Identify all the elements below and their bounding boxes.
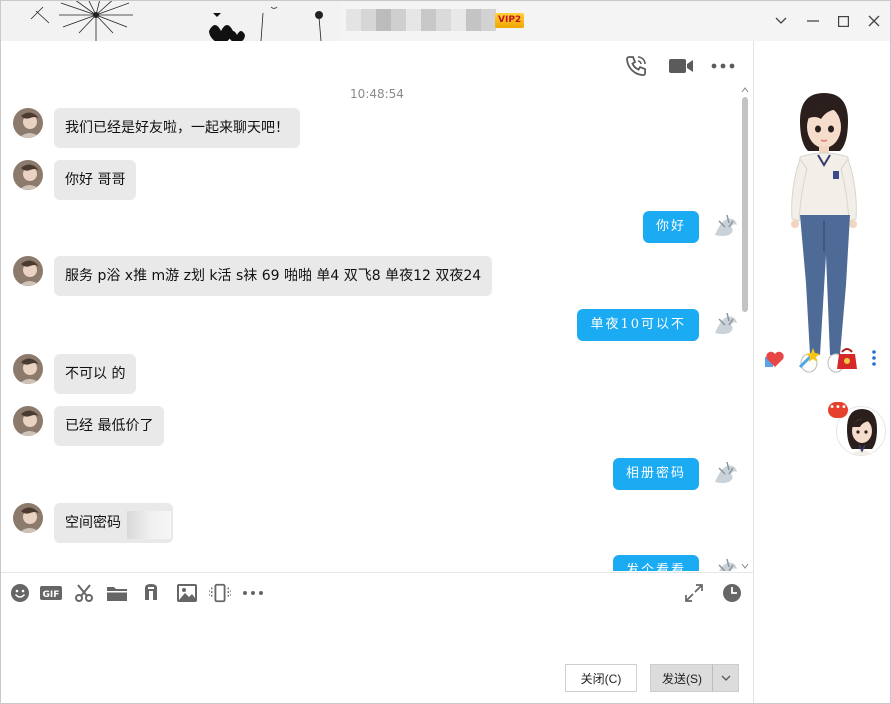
chevron-down-icon[interactable]: [765, 1, 797, 41]
message-outgoing: 相册密码: [612, 458, 741, 490]
title-bar: VIP2: [1, 1, 890, 41]
close-window-button[interactable]: [858, 1, 890, 41]
redacted-blur: [127, 511, 171, 539]
message-incoming: 服务 p浴 x推 m游 z划 k活 s袜 69 啪啪 单4 双飞8 单夜12 双…: [13, 256, 493, 296]
chat-scrollbar[interactable]: [740, 87, 750, 571]
chat-window: VIP2 10:48:54 我们已经是好友啦，一起来聊天吧！ 你好 哥哥 你好 …: [0, 0, 891, 704]
contact-avatar[interactable]: [13, 108, 43, 138]
folder-icon[interactable]: [106, 582, 128, 604]
red-bag-icon[interactable]: [832, 343, 862, 373]
message-text[interactable]: 相册密码: [612, 458, 699, 490]
show-panel: •••: [753, 41, 890, 703]
more-dots-icon[interactable]: [242, 582, 264, 604]
message-timestamp: 10:48:54: [350, 87, 404, 101]
input-toolbar: GIF: [1, 572, 753, 612]
video-call-icon[interactable]: [668, 53, 694, 79]
my-avatar[interactable]: [711, 458, 741, 488]
scroll-up-icon[interactable]: [741, 87, 749, 93]
contact-avatar[interactable]: [13, 503, 43, 533]
expand-icon[interactable]: [683, 582, 705, 604]
message-incoming: 我们已经是好友啦，一起来聊天吧！: [13, 108, 300, 148]
message-text[interactable]: 单夜10可以不: [577, 309, 699, 341]
message-text[interactable]: 服务 p浴 x推 m游 z划 k活 s袜 69 啪啪 单4 双飞8 单夜12 双…: [54, 256, 493, 296]
svg-text:GIF: GIF: [43, 590, 60, 600]
contact-avatar[interactable]: [13, 354, 43, 384]
chevron-down-icon: [721, 675, 730, 681]
scroll-thumb[interactable]: [742, 97, 748, 312]
message-text[interactable]: 你好 哥哥: [54, 160, 137, 200]
gift-heart-icon[interactable]: [760, 343, 790, 373]
message-outgoing: 你好: [642, 211, 741, 243]
emoji-icon[interactable]: [9, 582, 31, 604]
message-text-content: 空间密码: [65, 515, 121, 531]
message-incoming: 你好 哥哥: [13, 160, 137, 200]
close-button[interactable]: 关闭(C): [565, 664, 637, 692]
screenshot-scissors-icon[interactable]: [73, 582, 95, 604]
image-icon[interactable]: [176, 582, 198, 604]
message-input[interactable]: [1, 612, 753, 662]
message-incoming: 已经 最低价了: [13, 406, 165, 446]
gif-icon[interactable]: GIF: [40, 582, 62, 604]
magic-wand-icon[interactable]: [794, 343, 824, 373]
vip-badge: VIP2: [495, 13, 525, 28]
send-button[interactable]: 发送(S): [650, 664, 713, 692]
message-text[interactable]: 已经 最低价了: [54, 406, 165, 446]
scroll-down-icon[interactable]: [741, 563, 749, 569]
message-incoming: 空间密码: [13, 503, 173, 543]
message-outgoing: 单夜10可以不: [577, 309, 741, 341]
message-text[interactable]: 空间密码: [54, 503, 173, 543]
message-text[interactable]: 你好: [642, 211, 699, 243]
message-text[interactable]: 不可以 的: [54, 354, 137, 394]
contact-avatar[interactable]: [13, 406, 43, 436]
maximize-button[interactable]: [827, 1, 859, 41]
contact-avatar[interactable]: [13, 256, 43, 286]
message-text[interactable]: 发个看看: [612, 555, 699, 571]
message-list[interactable]: 10:48:54 我们已经是好友啦，一起来聊天吧！ 你好 哥哥 你好 服务 p浴…: [1, 81, 753, 571]
shake-icon[interactable]: [209, 582, 231, 604]
message-incoming: 不可以 的: [13, 354, 137, 394]
send-options-dropdown[interactable]: [712, 664, 739, 692]
chat-bubble-icon[interactable]: •••: [828, 402, 848, 418]
message-outgoing: 发个看看: [612, 555, 741, 571]
contact-avatar[interactable]: [13, 160, 43, 190]
more-icon[interactable]: [710, 53, 736, 79]
vertical-more-icon[interactable]: [864, 343, 884, 373]
contact-name-blurred: [346, 9, 496, 31]
minimize-button[interactable]: [797, 1, 829, 41]
message-text[interactable]: 我们已经是好友啦，一起来聊天吧！: [54, 108, 300, 148]
my-avatar[interactable]: [711, 555, 741, 571]
my-avatar[interactable]: [711, 309, 741, 339]
my-avatar[interactable]: [711, 211, 741, 241]
history-clock-icon[interactable]: [721, 582, 743, 604]
dandelion-skin-art: [1, 1, 341, 41]
music-icon[interactable]: [140, 582, 162, 604]
phone-call-icon[interactable]: [623, 53, 649, 79]
